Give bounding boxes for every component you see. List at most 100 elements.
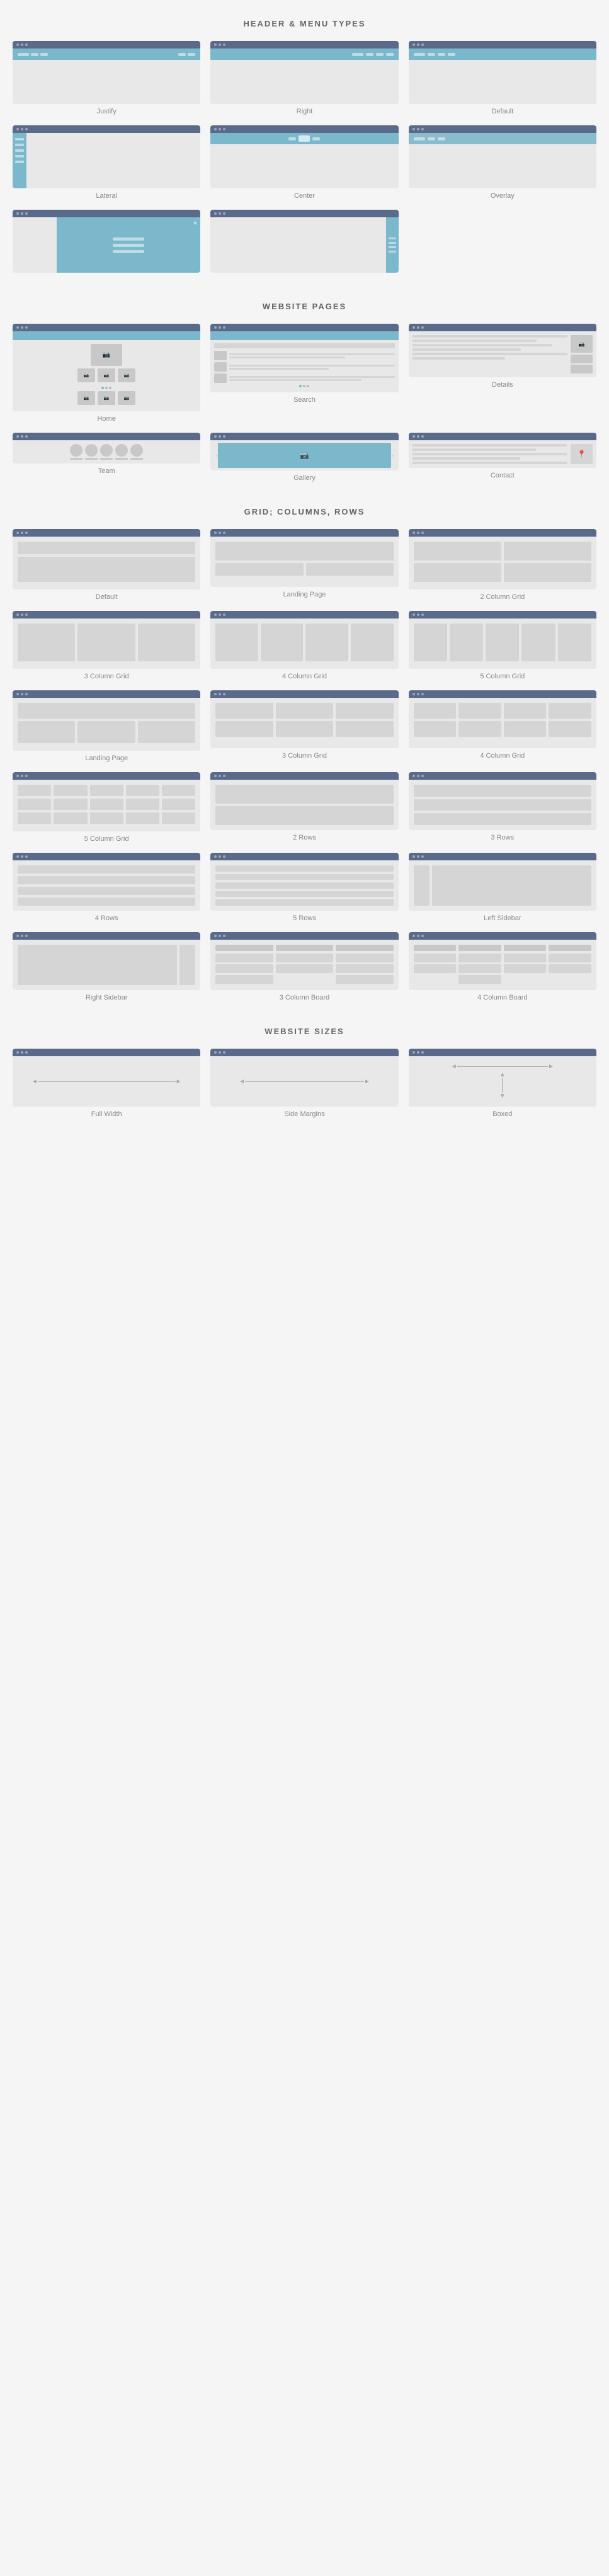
chrome-dot	[25, 43, 28, 46]
detail-image: 📷	[571, 335, 593, 353]
wireframe-box-small-sidebar	[210, 210, 398, 273]
nav-item	[15, 144, 24, 146]
website-sizes-grid: ◄ ► Full Width	[13, 1049, 596, 1118]
chrome-dot	[214, 1051, 217, 1054]
page-header	[13, 331, 200, 340]
contact-content: 📍	[409, 440, 596, 468]
chrome-bar	[13, 529, 200, 537]
board-item	[276, 964, 333, 973]
col-header	[458, 945, 501, 951]
header-body	[210, 60, 398, 104]
wireframe-box-default	[409, 41, 596, 104]
nav-item	[414, 53, 425, 56]
3col-rows-grid	[210, 698, 398, 748]
search-content	[210, 340, 398, 392]
sidebar-nav	[13, 133, 26, 188]
chrome-bar	[13, 324, 200, 331]
label-search: Search	[293, 396, 316, 404]
chrome-dot	[417, 435, 419, 438]
result-lines	[229, 353, 394, 358]
label-2rows: 2 Rows	[293, 834, 316, 841]
chrome-dot	[219, 775, 221, 777]
grid-cell	[336, 721, 393, 737]
grid-cell	[504, 703, 547, 719]
wireframe-team: Team	[13, 433, 200, 482]
chrome-dot	[219, 855, 221, 858]
row	[215, 874, 393, 881]
chrome-dot	[223, 43, 225, 46]
chrome-dot	[421, 775, 424, 777]
grid-cell	[126, 812, 159, 824]
grid-cell	[414, 563, 501, 582]
contact-text	[413, 444, 567, 464]
website-pages-grid: 📷 📷 📷 📷	[13, 324, 596, 482]
wireframe-right: Right	[210, 41, 398, 115]
chrome-dot	[413, 532, 415, 534]
thumb	[571, 365, 593, 373]
wireframe-justify: Justify	[13, 41, 200, 115]
chrome-dot	[223, 435, 225, 438]
arrow-left-icon: ◄	[31, 1078, 38, 1085]
chrome-dot	[219, 532, 221, 534]
chrome-dot	[413, 435, 415, 438]
nav-left	[18, 53, 48, 56]
nav-item	[352, 53, 363, 56]
nav-item	[31, 53, 38, 56]
wireframe-3col: 3 Column Grid	[13, 611, 200, 680]
page-dot	[303, 385, 305, 387]
label-default: Default	[491, 108, 513, 115]
row	[18, 876, 195, 884]
team-name	[70, 458, 83, 460]
chrome-dot	[214, 613, 217, 616]
chrome-dot	[25, 212, 28, 215]
col-header	[414, 945, 457, 951]
board-item	[458, 964, 501, 973]
grid-cell	[77, 721, 135, 743]
wireframe-box-right	[210, 41, 398, 104]
header-bar-right	[210, 48, 398, 60]
chrome-bar	[13, 932, 200, 940]
page-header	[210, 331, 398, 340]
label-side-margins: Side Margins	[284, 1110, 324, 1118]
nav-item	[438, 53, 445, 56]
wireframe-box-landing	[210, 529, 398, 587]
boxed-content: ◄ ► ▲ ▼	[409, 1056, 596, 1107]
contact-line	[413, 462, 567, 464]
chrome-dot	[214, 326, 217, 329]
sidebar-icon	[389, 246, 396, 248]
row	[18, 887, 195, 895]
team-member	[115, 444, 128, 460]
chrome-dot	[417, 693, 419, 695]
chrome-dot	[21, 775, 23, 777]
grid-cell	[162, 799, 195, 810]
wireframe-box-team	[13, 433, 200, 464]
wireframe-5col: 5 Column Grid	[409, 611, 596, 680]
next-arrow[interactable]: ›	[391, 452, 393, 459]
label-right-sidebar: Right Sidebar	[86, 994, 128, 1001]
grid-cell	[18, 557, 195, 582]
page-dot	[101, 387, 104, 389]
arrow-right-icon: ►	[176, 1078, 182, 1085]
thumb	[571, 355, 593, 363]
chrome-dot	[219, 1051, 221, 1054]
label-justify: Justify	[97, 108, 117, 115]
nav-item	[15, 161, 24, 163]
chrome-dot	[417, 43, 419, 46]
team-member	[70, 444, 83, 460]
header-body	[409, 60, 596, 104]
website-pages-section: WEBSITE PAGES 📷	[13, 302, 596, 482]
pagination	[214, 383, 394, 389]
chrome-dot	[214, 212, 217, 215]
content-row: 📷	[16, 344, 196, 366]
contact-line	[413, 444, 567, 447]
detail-line	[413, 344, 552, 346]
arrow-down-icon: ▼	[499, 1093, 506, 1100]
hero-image: 📷	[91, 344, 122, 366]
label-5col-multi: 5 Column Grid	[84, 835, 129, 843]
chrome-dot	[413, 326, 415, 329]
grid-hero	[18, 703, 195, 719]
nav-item	[428, 137, 435, 140]
side-margins-content: ◄ ►	[210, 1056, 398, 1107]
grid-row	[414, 563, 591, 582]
wireframe-small-sidebar	[210, 210, 398, 276]
